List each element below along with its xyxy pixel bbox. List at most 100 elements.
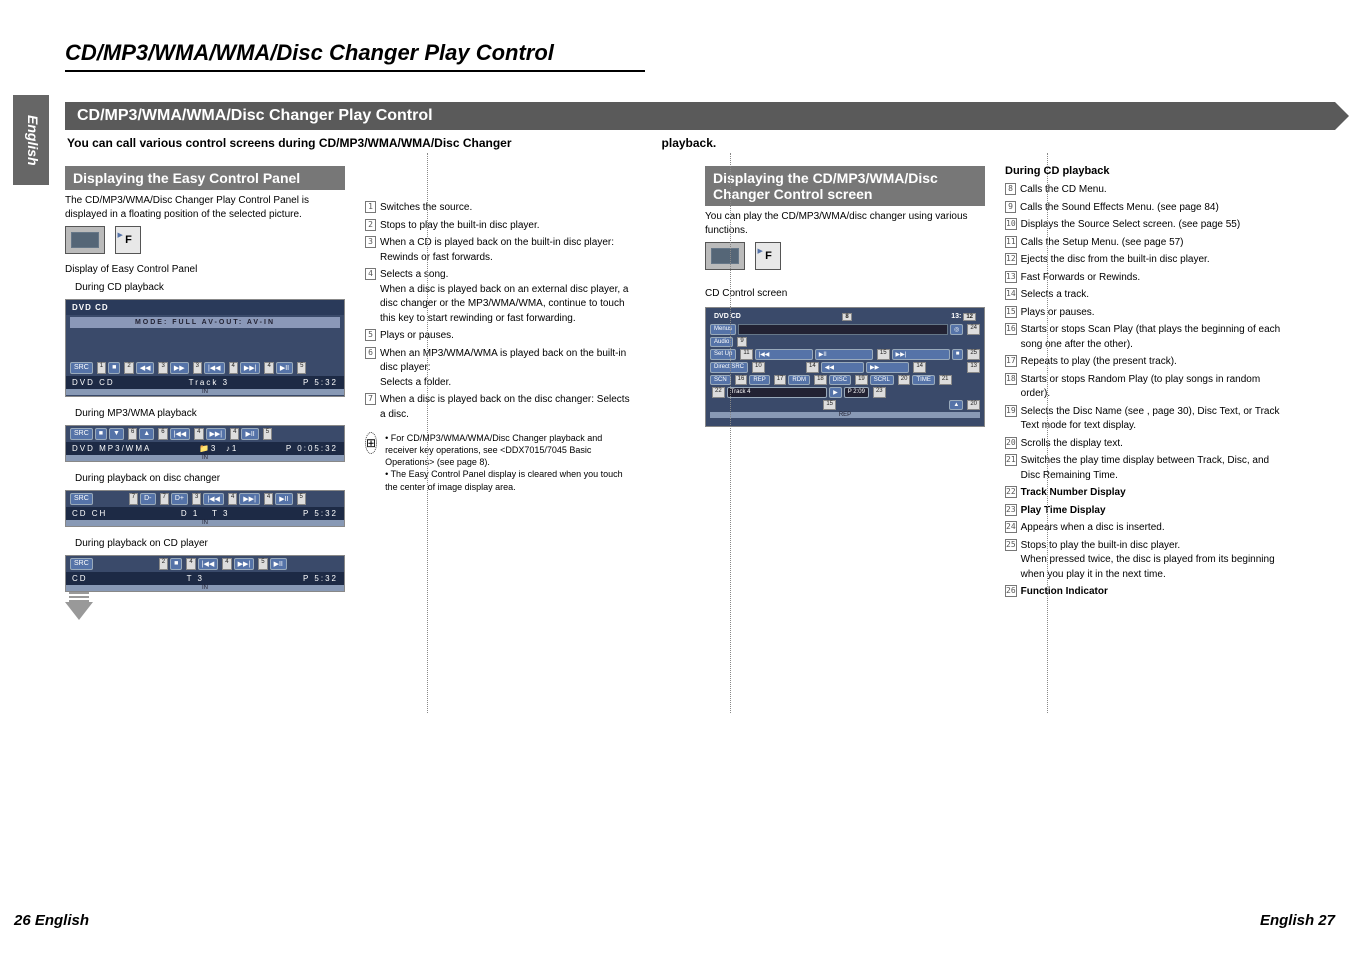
caption-cd-control: CD Control screen (705, 287, 985, 301)
easy-panel-changer: SRC 7 D-7 D+3 |◀◀4 ▶▶|4 ▶II5 CD CH D 1 T… (65, 490, 345, 527)
play-button[interactable]: ▶II (241, 428, 258, 440)
caption-cd: During CD playback (65, 281, 345, 295)
f-badge-icon (115, 226, 141, 254)
column-divider (1047, 153, 1048, 713)
rewind-button[interactable]: ◀◀ (136, 362, 155, 374)
menus-button[interactable]: Menus (710, 324, 736, 335)
marker-icon: 26 (1005, 585, 1017, 597)
next-button[interactable]: ▶▶| (239, 493, 260, 505)
page-number-right: English 27 (1260, 912, 1335, 929)
stop-button[interactable]: ■ (108, 362, 120, 374)
column-divider (730, 153, 731, 713)
disc-up-button[interactable]: D+ (171, 493, 188, 505)
list-item-text: Scrolls the display text. (1021, 437, 1290, 452)
list-item-text: When an MP3/WMA/WMA is played back on th… (380, 347, 635, 391)
setup-button[interactable]: Set Up (710, 349, 736, 360)
play-button[interactable]: ▶II (270, 558, 287, 570)
prev-button[interactable]: |◀◀ (203, 493, 224, 505)
time-display: P 2:09 (844, 387, 869, 398)
scroll-button[interactable]: ▲ (949, 400, 963, 410)
page-number-left: 26 English (14, 912, 89, 929)
list-item-text: Track Number Display (1021, 486, 1290, 501)
prev-button[interactable]: |◀◀ (204, 362, 225, 374)
scrl-button[interactable]: SCRL (870, 375, 894, 385)
src-button[interactable]: SRC (70, 493, 93, 505)
list-item: 5Plays or pauses. (365, 329, 635, 344)
column-easy-panel: Displaying the Easy Control Panel The CD… (65, 160, 345, 630)
next-button[interactable]: ▶▶| (240, 362, 261, 374)
panel-time: P 5:32 (303, 509, 338, 518)
list-item-text: Displays the Source Select screen. (see … (1021, 218, 1290, 233)
rdm-button[interactable]: RDM (788, 375, 810, 385)
play-button[interactable]: ▶II (276, 362, 293, 374)
note-box: ⊞ • For CD/MP3/WMA/WMA/Disc Changer play… (365, 432, 635, 493)
stop-button[interactable]: ■ (95, 428, 107, 440)
src-button[interactable]: SRC (70, 428, 93, 440)
next-button[interactable]: ▶▶| (206, 428, 227, 440)
list-item: 1Switches the source. (365, 201, 635, 216)
list-item-text: Fast Forwards or Rewinds. (1021, 271, 1290, 286)
list-item-text: Calls the Setup Menu. (see page 57) (1021, 236, 1290, 251)
intro-right: playback. (662, 136, 717, 150)
list-item: 7When a disc is played back on the disc … (365, 393, 635, 422)
panel-folder: 3 (211, 444, 217, 453)
panel-title2: DVD CD (72, 378, 115, 387)
folder-down-button[interactable]: ▼ (109, 428, 124, 440)
list-item-text: Stops to play the built-in disc player. (380, 219, 635, 234)
caption-changer: During playback on disc changer (65, 472, 345, 486)
marker-icon: 2 (365, 219, 376, 231)
rew-button[interactable]: ◀◀ (821, 362, 864, 373)
easy-panel-cdplayer: SRC 2 ■4 |◀◀4 ▶▶|5 ▶II CD T 3 P 5:32 IN (65, 555, 345, 592)
scn-button[interactable]: SCN (710, 375, 731, 385)
list-item-text: Switches the play time display between T… (1021, 454, 1290, 483)
easy-panel-desc: The CD/MP3/WMA/Disc Changer Play Control… (65, 194, 345, 222)
list-item: 2 Stops to play the built-in disc player. (365, 219, 635, 234)
play-button[interactable]: ▶II (815, 349, 873, 360)
src-button[interactable]: SRC (70, 362, 93, 374)
prev-button[interactable]: |◀◀ (198, 558, 219, 570)
section-header: CD/MP3/WMA/WMA/Disc Changer Play Control (65, 102, 1335, 130)
list-item-text: Calls the CD Menu. (1020, 183, 1290, 198)
panel-disc: D 1 (181, 509, 199, 518)
disc-down-button[interactable]: D- (140, 493, 155, 505)
next-button[interactable]: ▶▶| (234, 558, 255, 570)
intro-left: You can call various control screens dur… (67, 136, 512, 150)
next-button[interactable]: ▶▶| (892, 349, 950, 360)
column-numbered-1to7: 1Switches the source. 2 Stops to play the … (365, 160, 635, 630)
marker-icon: 15 (1005, 306, 1017, 318)
marker-icon: 10 (1005, 218, 1017, 230)
list-item-text: Selects a track. (1021, 288, 1290, 303)
control-screen-desc: You can play the CD/MP3/WMA/disc changer… (705, 210, 985, 238)
prev-button[interactable]: |◀◀ (755, 349, 813, 360)
eject-button[interactable]: ■ (952, 349, 964, 360)
disc-button[interactable]: DISC (829, 375, 851, 385)
rep-button[interactable]: REP (749, 375, 769, 385)
thumbnail-icon (705, 242, 745, 270)
panel-time: P 5:32 (303, 378, 338, 387)
list-item-text: Selects a song.When a disc is played bac… (380, 268, 635, 326)
marker-icon: 1 (365, 201, 376, 213)
caption-cdplayer: During playback on CD player (65, 537, 345, 551)
panel-time: P 0:05:32 (286, 444, 338, 453)
marker-icon: 9 (1005, 201, 1016, 213)
note-icon: ⊞ (365, 432, 377, 454)
screen-title: DVD CD (714, 313, 741, 321)
play-button[interactable]: ▶II (275, 493, 292, 505)
panel-track: 1 (232, 444, 238, 453)
panel-title: DVD CD (66, 300, 344, 315)
panel-time: P 5:32 (303, 574, 338, 583)
time-button[interactable]: TIME (912, 375, 934, 385)
caption-mp3: During MP3/WMA playback (65, 407, 345, 421)
prev-button[interactable]: |◀◀ (170, 428, 191, 440)
list-item-text: Repeats to play (the present track). (1021, 355, 1290, 370)
folder-up-button[interactable]: ▲ (139, 428, 154, 440)
ff-button[interactable]: ▶▶ (866, 362, 909, 373)
ff-button[interactable]: ▶▶ (170, 362, 189, 374)
list-item-text: Ejects the disc from the built-in disc p… (1021, 253, 1290, 268)
column-divider (427, 153, 428, 713)
list-item-text: When a CD is played back on the built-in… (380, 236, 635, 265)
direct-src-button[interactable]: Direct SRC (710, 362, 748, 373)
stop-button[interactable]: ■ (170, 558, 182, 570)
marker-icon: 5 (365, 329, 376, 341)
src-button[interactable]: SRC (70, 558, 93, 570)
